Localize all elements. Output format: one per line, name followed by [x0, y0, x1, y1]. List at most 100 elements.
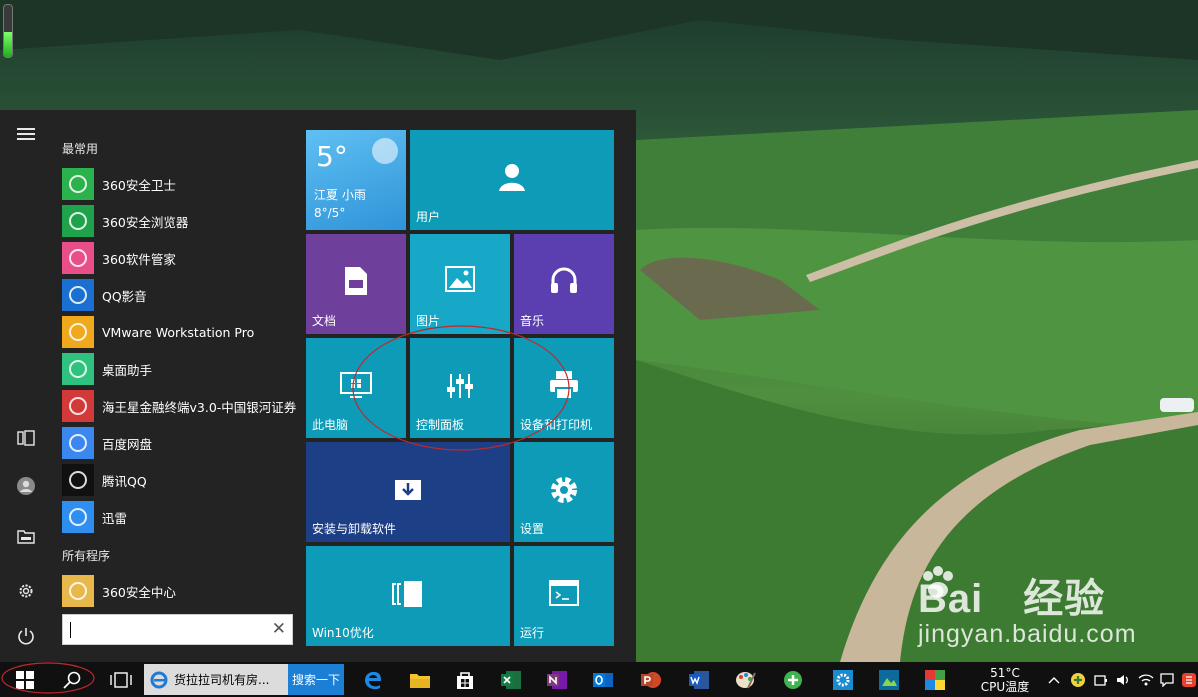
app-icon: [62, 242, 94, 274]
cpu-temp-widget[interactable]: 51°C CPU温度: [976, 662, 1034, 697]
settings-app[interactable]: [826, 662, 860, 697]
cpu-gauge-widget: [3, 4, 13, 58]
search-web-button[interactable]: 搜索一下: [288, 664, 344, 695]
app-label: 360安全卫士: [102, 177, 176, 193]
app-label: 百度网盘: [102, 436, 153, 452]
volume-icon[interactable]: [1116, 662, 1132, 697]
360-browser-icon: [784, 670, 802, 689]
word-app[interactable]: [682, 662, 716, 697]
excel-icon: [501, 670, 521, 689]
hamburger-menu-icon[interactable]: [12, 120, 40, 148]
app-list: 最常用 360安全卫士 360安全浏览器 360软件管家 QQ影音 VMware Wor…: [52, 110, 302, 662]
ime-indicator-icon[interactable]: [1182, 662, 1196, 697]
blue-gear-icon: [833, 669, 853, 690]
start-menu: 最常用 360安全卫士 360安全浏览器 360软件管家 QQ影音 VMware Wor…: [0, 110, 636, 662]
app-icon: [62, 353, 94, 385]
app-list-item[interactable]: 腾讯QQ: [62, 462, 300, 498]
power-icon[interactable]: [12, 622, 40, 650]
music-tile[interactable]: 音乐: [514, 234, 614, 334]
app-icon: [62, 316, 94, 348]
outlook-app[interactable]: [586, 662, 620, 697]
app-icon: [62, 205, 94, 237]
tablet-mode-icon[interactable]: [12, 424, 40, 452]
documents-tile-label: 文档: [312, 314, 337, 328]
word-icon: [689, 670, 709, 689]
picture-icon: [410, 266, 510, 292]
app-icon: [62, 427, 94, 459]
app-list-item[interactable]: 海王星金融终端v3.0-中国银河证券: [62, 388, 300, 424]
taskbar-annotation-ellipse: [1, 662, 95, 694]
app-list-item[interactable]: 桌面助手: [62, 351, 300, 387]
settings-tile[interactable]: 设置: [514, 442, 614, 542]
onenote-icon: [547, 670, 567, 689]
weather-range: 8°/5°: [314, 206, 346, 220]
run-tile[interactable]: 运行: [514, 546, 614, 646]
app-label: 360软件管家: [102, 251, 176, 267]
app-label: 桌面助手: [102, 362, 153, 378]
paint-app[interactable]: [728, 662, 762, 697]
cpu-temp-label: CPU温度: [980, 679, 1030, 694]
app-list-item[interactable]: QQ影音: [62, 277, 300, 313]
folder-icon: [410, 673, 430, 688]
taskbar: 货拉拉司机有房... 搜索一下 51°C CPU温度: [0, 662, 1198, 697]
win10-optimize-tile[interactable]: Win10优化: [306, 546, 510, 646]
pictures-tile[interactable]: 图片: [410, 234, 510, 334]
ie-taskbar-tab[interactable]: 货拉拉司机有房...: [144, 664, 288, 695]
weather-tile[interactable]: 5° 江夏 小雨 8°/5°: [306, 130, 406, 230]
user-tile[interactable]: 用户: [410, 130, 614, 230]
app-label: 360安全中心: [102, 584, 176, 600]
network-wifi-icon[interactable]: [1138, 662, 1156, 697]
360-tray-icon[interactable]: [1070, 662, 1088, 697]
app-list-item[interactable]: 360安全卫士: [62, 166, 300, 202]
documents-tile[interactable]: 文档: [306, 234, 406, 334]
app-label: 迅雷: [102, 510, 128, 526]
optimize-panel-icon: [306, 580, 510, 608]
app-list-item[interactable]: 百度网盘: [62, 425, 300, 461]
most-used-heading: 最常用: [62, 142, 99, 156]
app-icon: [62, 501, 94, 533]
install-uninstall-tile-label: 安装与卸载软件: [312, 522, 397, 536]
app-list-item[interactable]: 360安全中心: [62, 573, 300, 609]
file-explorer-app[interactable]: [403, 662, 437, 697]
app-list-item[interactable]: VMware Workstation Pro: [62, 314, 300, 350]
gear-icon: [514, 474, 614, 506]
user-avatar-icon[interactable]: [12, 472, 40, 500]
baidu-watermark: Bai 经验 jingyan.baidu.com: [918, 566, 1137, 649]
all-programs-heading: 所有程序: [62, 549, 111, 563]
app-list-item[interactable]: 360安全浏览器: [62, 203, 300, 239]
file-explorer-icon[interactable]: [12, 522, 40, 550]
app-icon: [62, 390, 94, 422]
person-icon: [410, 162, 614, 192]
settings-gear-icon[interactable]: [12, 577, 40, 605]
task-view-button[interactable]: [104, 662, 138, 697]
cpu-temp-value: 51°C: [990, 665, 1020, 680]
app-icon: [62, 575, 94, 607]
install-uninstall-tile[interactable]: 安装与卸载软件: [306, 442, 510, 542]
run-window-icon: [514, 580, 614, 606]
360-browser-app[interactable]: [776, 662, 810, 697]
chevron-up-icon[interactable]: [1048, 662, 1062, 697]
excel-app[interactable]: [494, 662, 528, 697]
annotation-ellipse: [352, 325, 570, 451]
clear-icon[interactable]: ✕: [272, 619, 286, 639]
color-grid-icon: [925, 669, 945, 690]
edge-app[interactable]: [356, 662, 390, 697]
ie-icon: [150, 671, 168, 689]
onenote-app[interactable]: [540, 662, 574, 697]
color-grid-app[interactable]: [918, 662, 952, 697]
store-app[interactable]: [448, 662, 482, 697]
start-search-input[interactable]: ✕: [62, 614, 293, 645]
battery-icon[interactable]: [1094, 662, 1110, 697]
install-box-icon: [306, 474, 510, 502]
app-label: VMware Workstation Pro: [102, 324, 255, 340]
image-viewer-app[interactable]: [872, 662, 906, 697]
app-list-item[interactable]: 360软件管家: [62, 240, 300, 276]
app-list-item[interactable]: 迅雷: [62, 499, 300, 535]
notification-icon[interactable]: [1160, 662, 1176, 697]
weather-place: 江夏 小雨: [314, 188, 366, 202]
powerpoint-app[interactable]: [634, 662, 668, 697]
win10-optimize-tile-label: Win10优化: [312, 626, 374, 640]
edge-icon: [365, 671, 381, 689]
task-view-icon: [110, 671, 132, 688]
document-icon: [306, 266, 406, 296]
